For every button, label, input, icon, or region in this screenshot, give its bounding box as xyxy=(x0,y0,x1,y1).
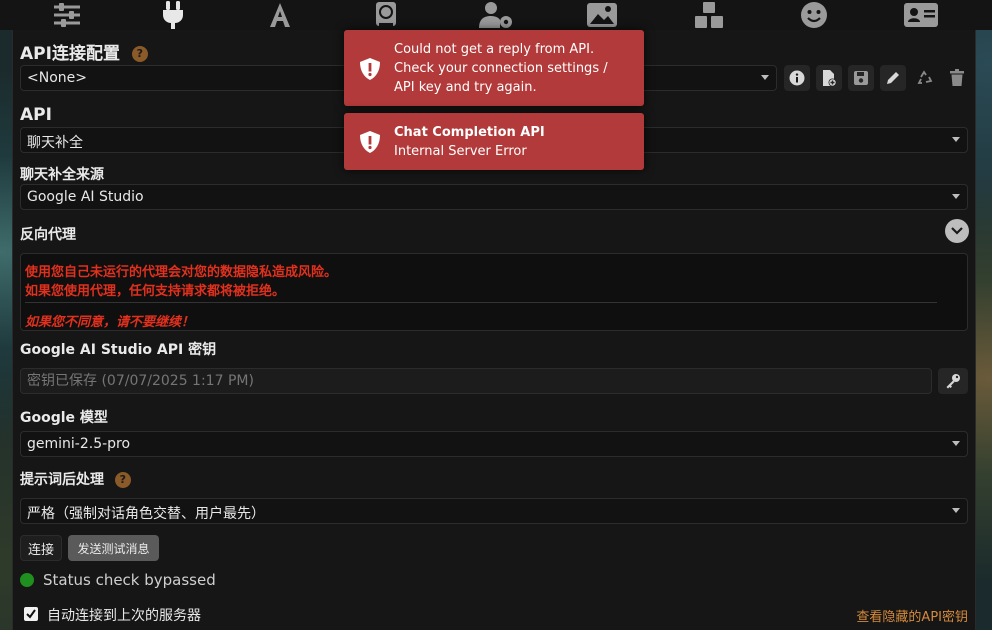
chevron-down-icon xyxy=(952,441,960,446)
pencil-icon xyxy=(887,72,899,84)
id-card-icon[interactable] xyxy=(901,0,941,30)
smile-icon[interactable] xyxy=(794,0,834,30)
chevron-down-icon xyxy=(951,227,963,235)
checkmark-icon xyxy=(26,609,36,619)
toast-message-line-3: API key and try again. xyxy=(394,80,537,95)
trash-icon xyxy=(950,69,964,86)
image-icon[interactable] xyxy=(582,0,622,30)
save-icon xyxy=(854,71,868,85)
shield-alert-icon xyxy=(360,131,380,153)
prompt-processing-title: 提示词后处理 xyxy=(20,472,104,488)
recycle-icon xyxy=(917,70,933,84)
status-text: Status check bypassed xyxy=(43,571,216,589)
model-heading: Google 模型 xyxy=(20,410,108,426)
help-icon[interactable]: ? xyxy=(131,46,148,62)
send-test-message-button[interactable]: 发送测试消息 xyxy=(68,535,159,561)
chevron-down-icon xyxy=(952,194,960,199)
top-nav-bar xyxy=(0,0,992,30)
info-icon xyxy=(789,70,805,86)
error-toast[interactable]: Could not get a reply from API. Check yo… xyxy=(344,30,644,106)
prompt-processing-heading: 提示词后处理 ? xyxy=(20,469,131,489)
toast-title: Chat Completion API xyxy=(394,125,545,140)
toast-message-line-2: Check your connection settings / xyxy=(394,61,608,76)
manage-keys-button[interactable] xyxy=(938,368,968,394)
font-icon[interactable] xyxy=(260,0,300,30)
api-key-input[interactable] xyxy=(20,368,932,394)
user-gear-icon[interactable] xyxy=(476,0,516,30)
chat-source-heading: 聊天补全来源 xyxy=(20,167,104,183)
file-add-icon xyxy=(823,70,837,87)
new-profile-button[interactable] xyxy=(816,65,842,91)
auto-connect-label: 自动连接到上次的服务器 xyxy=(47,608,201,624)
prompt-processing-select[interactable]: 严格（强制对话角色交替、用户最先） xyxy=(20,498,968,524)
reverse-proxy-heading: 反向代理 xyxy=(20,227,76,243)
chat-source-select[interactable]: Google AI Studio xyxy=(20,184,968,210)
expand-toggle-button[interactable] xyxy=(945,219,969,243)
proxy-warning-box: 使用您自己未运行的代理会对您的数据隐私造成风险。 如果您使用代理，任何支持请求都… xyxy=(20,253,968,331)
info-button[interactable] xyxy=(784,65,810,91)
proxy-warning-line-3: 如果您不同意，请不要继续！ xyxy=(25,315,195,330)
connection-profile-title: API连接配置 xyxy=(20,44,120,64)
connection-profile-heading: API连接配置 ? xyxy=(20,39,148,64)
connect-button[interactable]: 连接 xyxy=(20,535,62,561)
chevron-down-icon xyxy=(952,508,960,513)
divider xyxy=(25,302,937,303)
chevron-down-icon xyxy=(761,75,769,80)
help-icon[interactable]: ? xyxy=(114,472,131,488)
connection-profile-value: <None> xyxy=(27,70,87,86)
save-profile-button[interactable] xyxy=(848,65,874,91)
api-heading: API xyxy=(20,105,52,125)
cubes-icon[interactable] xyxy=(689,0,729,30)
auto-connect-checkbox[interactable] xyxy=(24,607,38,621)
toast-body: Internal Server Error xyxy=(394,144,527,159)
chat-source-value: Google AI Studio xyxy=(27,189,144,205)
proxy-warning-line-2: 如果您使用代理，任何支持请求都将被拒绝。 xyxy=(25,284,286,299)
model-value: gemini-2.5-pro xyxy=(27,436,131,452)
model-select[interactable]: gemini-2.5-pro xyxy=(20,431,968,457)
key-icon xyxy=(946,374,960,389)
prompt-processing-value: 严格（强制对话角色交替、用户最先） xyxy=(27,506,265,522)
proxy-warning-line-1: 使用您自己未运行的代理会对您的数据隐私造成风险。 xyxy=(25,265,338,280)
shield-alert-icon xyxy=(360,58,380,80)
book-globe-icon[interactable] xyxy=(366,0,406,30)
delete-profile-button[interactable] xyxy=(944,65,970,91)
plug-icon[interactable] xyxy=(153,0,193,30)
error-toast[interactable]: Chat Completion API Internal Server Erro… xyxy=(344,113,644,170)
chevron-down-icon xyxy=(952,137,960,142)
reload-profile-button[interactable] xyxy=(912,65,938,91)
api-value: 聊天补全 xyxy=(27,135,83,151)
toast-message-line-1: Could not get a reply from API. xyxy=(394,42,595,57)
status-indicator xyxy=(20,573,34,587)
api-key-heading: Google AI Studio API 密钥 xyxy=(20,342,217,358)
view-hidden-keys-link[interactable]: 查看隐藏的API密钥 xyxy=(856,606,968,625)
sliders-icon[interactable] xyxy=(47,0,87,30)
rename-profile-button[interactable] xyxy=(880,65,906,91)
